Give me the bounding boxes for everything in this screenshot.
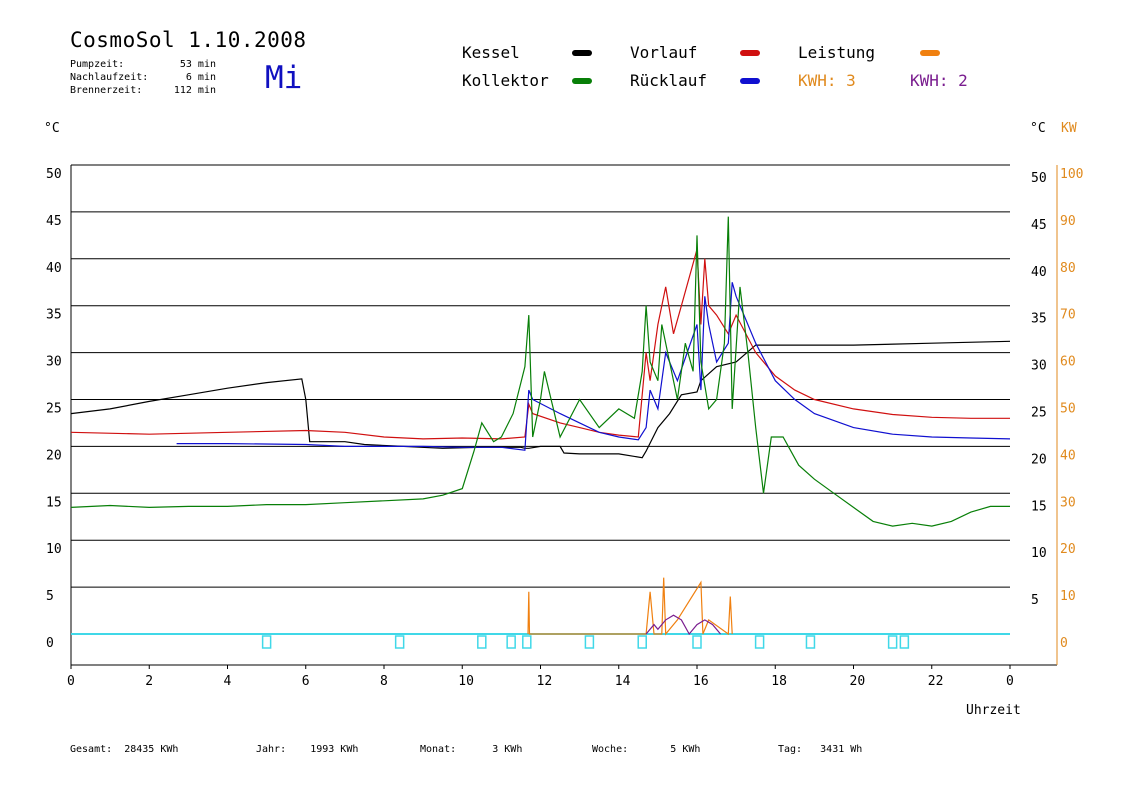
x-tick-label: 0 (67, 674, 75, 689)
footer-value: 3431 Wh (820, 744, 863, 755)
footer-jahr: Jahr: 1993 KWh (256, 744, 358, 755)
y-tick-label-right: 5 (1031, 593, 1039, 608)
kw-tick-label: 40 (1060, 448, 1076, 463)
y-tick-label-left: 15 (46, 495, 62, 510)
x-tick-label: 14 (615, 674, 631, 689)
x-tick-label: 16 (693, 674, 709, 689)
footer-value: 28435 KWh (124, 744, 179, 755)
x-axis-label: Uhrzeit (966, 703, 1021, 718)
y-tick-label-left: 10 (46, 542, 62, 557)
footer-gesamt: Gesamt: 28435 KWh (70, 744, 178, 755)
kw-tick-label: 100 (1060, 167, 1083, 182)
y-tick-label-right: 40 (1031, 265, 1047, 280)
pump-marker (522, 635, 532, 649)
y-tick-label-right: 10 (1031, 546, 1047, 561)
y-tick-label-right: 20 (1031, 452, 1047, 467)
pump-marker (477, 635, 487, 649)
y-tick-label-left: 45 (46, 214, 62, 229)
y-tick-label-left: 25 (46, 402, 62, 417)
pump-marker (805, 635, 816, 649)
x-tick-label: 0 (1006, 674, 1014, 689)
x-tick-label: 6 (302, 674, 310, 689)
series-line-kwh-2 (645, 614, 721, 636)
right-unit-label: °C (1030, 121, 1046, 136)
y-tick-label-right: 15 (1031, 499, 1047, 514)
pump-marker (506, 635, 516, 649)
x-tick-label: 4 (224, 674, 232, 689)
kw-tick-label: 0 (1060, 636, 1068, 651)
kw-tick-label: 60 (1060, 355, 1076, 370)
footer-monat: Monat: 3 KWh (420, 744, 522, 755)
footer-value: 1993 KWh (310, 744, 359, 755)
kw-unit-label: KW (1061, 121, 1077, 136)
kw-tick-label: 50 (1060, 402, 1076, 417)
x-tick-label: 10 (458, 674, 474, 689)
pump-marker (637, 635, 647, 649)
y-tick-label-left: 30 (46, 355, 62, 370)
left-unit-label: °C (44, 121, 60, 136)
y-tick-label-left: 0 (46, 636, 54, 651)
series-line-kollektor (70, 216, 1010, 527)
y-tick-label-right: 25 (1031, 406, 1047, 421)
axis-layer: °C °C KW Uhrzeit 05101520253035404550510… (44, 121, 1083, 718)
y-tick-label-left: 40 (46, 261, 62, 276)
x-tick-label: 20 (850, 674, 866, 689)
footer-label: Gesamt: (70, 744, 113, 755)
kw-tick-label: 20 (1060, 542, 1076, 557)
pump-marker (887, 635, 898, 649)
y-tick-label-left: 20 (46, 448, 62, 463)
pump-marker (754, 635, 765, 649)
y-tick-label-left: 50 (46, 167, 62, 182)
pump-marker (584, 635, 595, 649)
footer-value: 3 KWh (492, 744, 523, 755)
series-line-r-cklauf (176, 282, 1011, 451)
kw-tick-label: 30 (1060, 495, 1076, 510)
y-tick-label-left: 35 (46, 308, 62, 323)
y-tick-label-right: 50 (1031, 171, 1047, 186)
y-tick-label-right: 45 (1031, 218, 1047, 233)
footer-label: Monat: (420, 744, 457, 755)
pump-marker (692, 635, 702, 649)
series-layer (70, 216, 1011, 649)
footer-label: Jahr: (256, 744, 287, 755)
pump-marker (394, 635, 405, 649)
footer-label: Woche: (592, 744, 629, 755)
x-tick-label: 12 (537, 674, 553, 689)
y-tick-label-left: 5 (46, 589, 54, 604)
kw-tick-label: 70 (1060, 308, 1076, 323)
footer-tag: Tag: 3431 Wh (778, 744, 862, 755)
footer-woche: Woche: 5 KWh (592, 744, 700, 755)
x-tick-label: 8 (380, 674, 388, 689)
temperature-chart: °C °C KW Uhrzeit 05101520253035404550510… (44, 121, 1083, 718)
y-tick-label-right: 30 (1031, 359, 1047, 374)
footer-value: 5 KWh (670, 744, 701, 755)
x-tick-label: 22 (928, 674, 944, 689)
footer-label: Tag: (778, 744, 803, 755)
series-line-leistung (527, 577, 733, 636)
y-tick-label-right: 35 (1031, 312, 1047, 327)
x-tick-label: 2 (145, 674, 153, 689)
kw-tick-label: 90 (1060, 214, 1076, 229)
pump-marker (261, 635, 272, 649)
kw-tick-label: 80 (1060, 261, 1076, 276)
kw-tick-label: 10 (1060, 589, 1076, 604)
grid-layer (70, 164, 1058, 669)
pump-marker (899, 635, 910, 649)
x-tick-label: 18 (771, 674, 787, 689)
